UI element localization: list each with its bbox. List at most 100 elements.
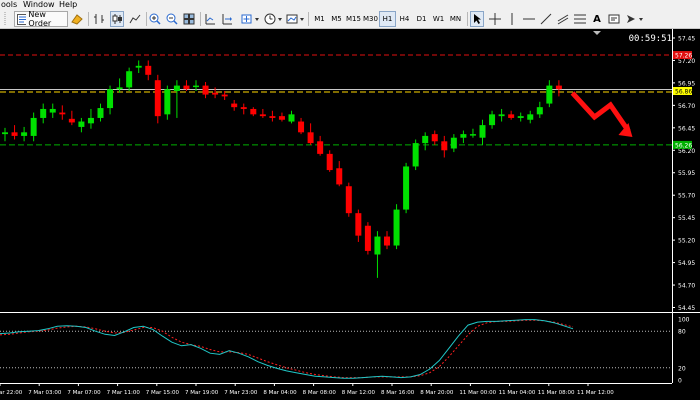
bull-candle [403, 166, 410, 210]
bull-candle [173, 85, 180, 91]
bull-candle [116, 87, 123, 90]
bear-candle [68, 118, 75, 123]
bar-chart-icon[interactable] [92, 11, 106, 27]
bull-candle [450, 137, 457, 149]
bear-candle [59, 112, 66, 115]
bull-candle [126, 71, 133, 88]
bear-candle [250, 108, 257, 115]
bear-candle [307, 132, 314, 144]
price-chart-canvas: 57.4557.2056.9556.7056.4556.2055.9555.70… [0, 29, 700, 396]
menu-item-help[interactable]: Help [59, 0, 77, 9]
time-tick-label: 11 Mar 12:00 [577, 390, 614, 396]
chart-shift-marker [593, 31, 601, 35]
new-order-button[interactable]: New Order [14, 10, 68, 28]
vertical-line-icon[interactable] [505, 11, 519, 27]
bear-candle [231, 103, 238, 108]
time-tick-label: 7 Mar 15:00 [146, 390, 180, 396]
periodicity-dropdown-icon[interactable] [263, 11, 285, 27]
timeframe-m1-button[interactable]: M1 [311, 11, 328, 27]
bull-candle [536, 107, 543, 115]
bear-candle [326, 153, 333, 171]
chart-shift-icon[interactable] [203, 11, 217, 27]
timeframe-d1-button[interactable]: D1 [413, 11, 430, 27]
oscillator-tick-label: 0 [678, 378, 682, 385]
bear-candle [336, 168, 343, 185]
timeframe-m30-button[interactable]: M30 [362, 11, 379, 27]
menu-item-tools[interactable]: ools [1, 0, 17, 9]
bull-candle [164, 89, 171, 115]
bull-candle [498, 114, 505, 117]
price-tick-label: 56.95 [678, 80, 695, 87]
time-tick-label: 8 Mar 16:00 [381, 390, 415, 396]
bull-candle [40, 108, 47, 118]
arrows-dropdown-icon[interactable] [624, 11, 646, 27]
bull-candle [288, 114, 295, 122]
bull-candle [30, 117, 37, 136]
fibonacci-icon[interactable] [573, 11, 587, 27]
bull-candle [2, 132, 8, 135]
timeframe-m15-button[interactable]: M15 [345, 11, 362, 27]
chart-window[interactable]: 57.45 57.20 56.95 56.70 56.45 56.20 55.95 55.70… [0, 29, 700, 400]
timeframe-mn-button[interactable]: MN [447, 11, 464, 27]
toolbar: New Order M1 M5 M15 M30 H1 H4 D1 W1 MN A [0, 9, 700, 29]
bull-candle [479, 125, 486, 138]
bear-candle [221, 94, 228, 97]
oscillator-main-line [0, 319, 574, 379]
zoom-in-icon[interactable] [148, 11, 162, 27]
time-tick-label: 11 Mar 04:00 [499, 390, 536, 396]
price-tick-label: 54.95 [678, 260, 695, 267]
resistance-level-tag: 57.26 [675, 53, 692, 60]
price-tick-label: 57.45 [678, 35, 695, 42]
price-tick-label: 55.70 [678, 193, 695, 200]
expert-advisors-icon[interactable] [70, 11, 84, 27]
candlestick-chart-icon[interactable] [110, 11, 124, 27]
bear-candle [431, 134, 438, 142]
indicators-dropdown-icon[interactable] [240, 11, 262, 27]
bear-candle [154, 80, 161, 117]
bull-candle [193, 85, 199, 88]
bear-candle [508, 114, 515, 118]
horizontal-line-icon[interactable] [522, 11, 536, 27]
timeframe-w1-button[interactable]: W1 [430, 11, 447, 27]
line-chart-icon[interactable] [128, 11, 142, 27]
bear-candle [269, 116, 276, 118]
text-tool-icon[interactable]: A [590, 11, 604, 27]
oscillator-tick-label: 20 [678, 365, 686, 372]
bear-candle [298, 121, 305, 133]
bull-candle [489, 114, 496, 126]
bull-candle [374, 236, 381, 255]
bull-candle [78, 121, 85, 127]
support-level-tag: 56.26 [675, 142, 692, 149]
oscillator-tick-label: 100 [678, 317, 690, 324]
bull-candle [21, 132, 28, 136]
crosshair-icon[interactable] [488, 11, 502, 27]
oscillator-tick-label: 80 [678, 329, 686, 336]
menu-item-window[interactable]: Window [23, 0, 55, 9]
toolbar-handle [1, 11, 9, 27]
cursor-tool-icon[interactable] [470, 11, 484, 27]
trendline-icon[interactable] [539, 11, 553, 27]
current-price-tag: 56.86 [675, 88, 692, 95]
channel-icon[interactable] [556, 11, 570, 27]
bear-candle [240, 107, 247, 109]
time-tick-label: 8 Mar 20:00 [420, 390, 454, 396]
bear-candle [259, 114, 266, 117]
bear-candle [345, 186, 352, 214]
bear-candle [212, 92, 219, 95]
bear-candle [11, 132, 18, 136]
tile-windows-icon[interactable] [182, 11, 196, 27]
price-tick-label: 55.45 [678, 215, 695, 222]
zoom-out-icon[interactable] [165, 11, 179, 27]
templates-dropdown-icon[interactable] [285, 11, 307, 27]
bear-candle [183, 85, 190, 90]
bear-candle [145, 65, 152, 75]
timeframe-h1-button[interactable]: H1 [379, 11, 396, 27]
price-tick-label: 55.20 [678, 238, 695, 245]
auto-scroll-icon[interactable] [220, 11, 234, 27]
label-tool-icon[interactable] [607, 11, 621, 27]
timeframe-m5-button[interactable]: M5 [328, 11, 345, 27]
timeframe-h4-button[interactable]: H4 [396, 11, 413, 27]
price-tick-label: 56.45 [678, 125, 695, 132]
price-tick-label: 56.70 [678, 103, 695, 110]
bull-candle [107, 89, 114, 109]
